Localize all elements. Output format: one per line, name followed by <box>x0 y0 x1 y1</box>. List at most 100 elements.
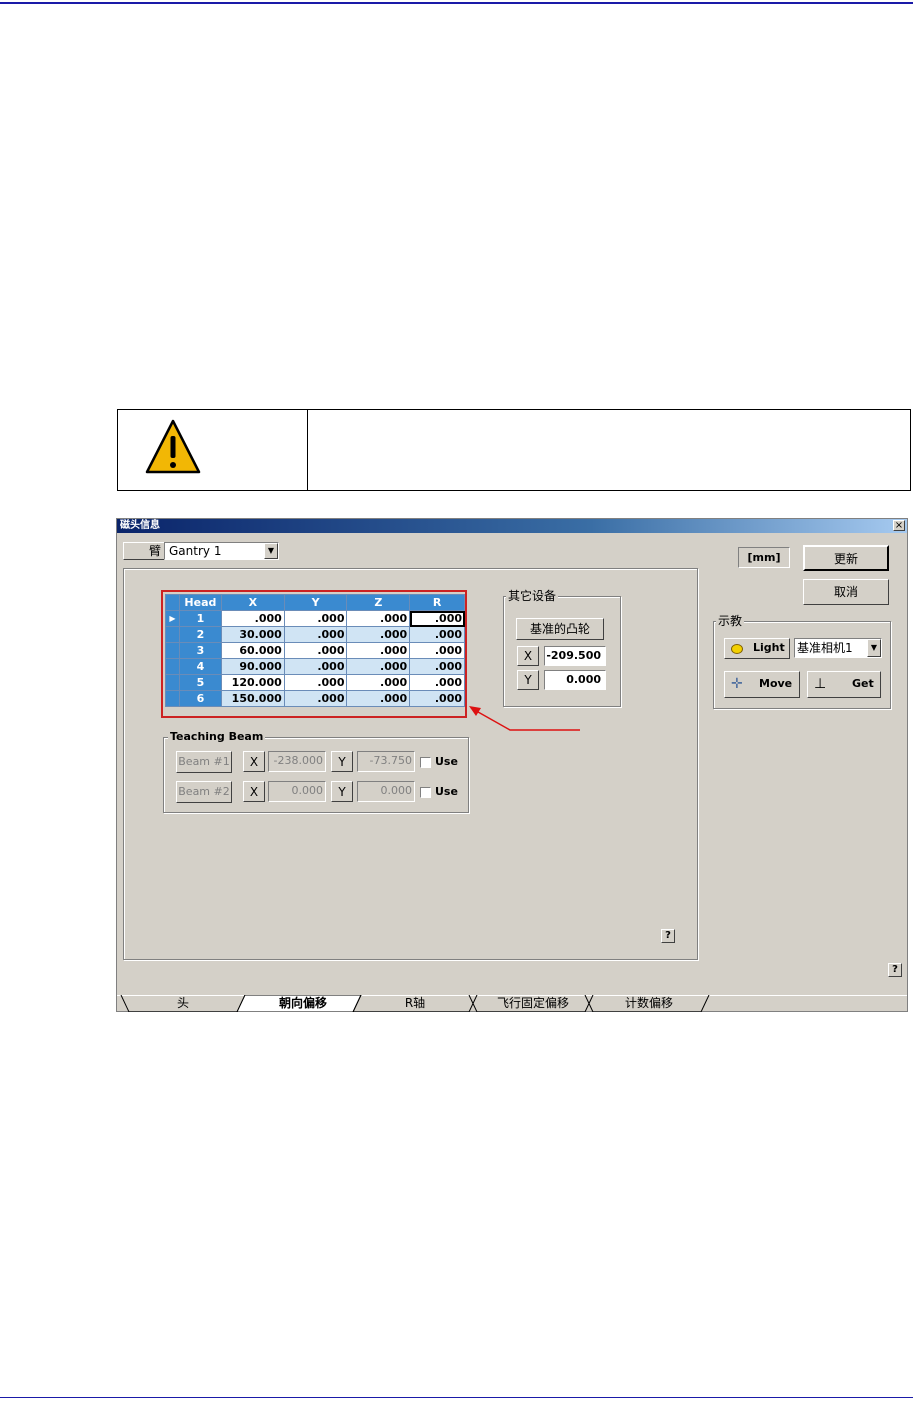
table-row[interactable]: 5 120.000 .000 .000 .000 <box>165 674 465 691</box>
window-help-button[interactable]: ? <box>888 963 902 977</box>
x-label: X <box>523 649 533 663</box>
grid-cell-r[interactable]: .000 <box>409 626 465 643</box>
col-x: X <box>220 594 285 611</box>
row-indicator-icon: ▶ <box>165 610 180 627</box>
other-devices-group: 其它设备 基准的凸轮 X -209.500 Y 0.000 <box>503 589 621 707</box>
col-y: Y <box>283 594 348 611</box>
beam2-use-checkbox[interactable] <box>420 787 431 798</box>
axis-chart-icon: ⊥ <box>814 676 827 692</box>
gantry-select[interactable]: Gantry 1 ▼ <box>164 542 279 560</box>
panel-help-button[interactable]: ? <box>661 929 675 943</box>
beam2-x-label: X <box>249 785 259 799</box>
grid-cell-z[interactable]: .000 <box>346 690 411 707</box>
ref-x-value: -209.500 <box>546 649 601 662</box>
beam1-y-value: -73.750 <box>369 754 412 767</box>
other-devices-title: 其它设备 <box>506 589 559 603</box>
move-button[interactable]: ✛ Move <box>724 671 800 698</box>
grid-cell-y[interactable]: .000 <box>283 690 348 707</box>
grid-cell-x[interactable]: 60.000 <box>220 642 285 659</box>
beam2-y-value: 0.000 <box>380 784 413 797</box>
grid-cell-x[interactable]: 120.000 <box>220 674 285 691</box>
grid-corner <box>165 594 180 611</box>
col-z: Z <box>346 594 411 611</box>
head-info-window: 磁头信息 × 臂 Gantry 1 ▼ [mm] 更新 取消 Head X Y … <box>116 518 908 1012</box>
light-button[interactable]: Light <box>724 638 790 659</box>
beam1-use-checkbox[interactable] <box>420 757 431 768</box>
grid-cell-head: 2 <box>178 626 222 643</box>
col-r: R <box>409 594 465 611</box>
close-button[interactable]: × <box>893 520 905 531</box>
y-label: Y <box>524 673 532 687</box>
table-row[interactable]: ▶ 1 .000 .000 .000 .000 <box>165 610 465 627</box>
cancel-button[interactable]: 取消 <box>803 579 889 605</box>
grid-cell-z[interactable]: .000 <box>346 610 411 627</box>
x-label-box: X <box>517 646 539 666</box>
grid-cell-z[interactable]: .000 <box>346 674 411 691</box>
tab-flying-fixed-offset[interactable]: 飞行固定偏移 <box>479 995 587 1012</box>
chevron-down-icon[interactable]: ▼ <box>867 639 881 657</box>
tab-count-offset[interactable]: 计数偏移 <box>595 995 703 1012</box>
grid-cell-y[interactable]: .000 <box>283 642 348 659</box>
grid-cell-head: 1 <box>178 610 222 627</box>
warning-divider <box>307 410 308 490</box>
warning-box <box>117 409 911 491</box>
grid-cell-y[interactable]: .000 <box>283 626 348 643</box>
chevron-down-icon[interactable]: ▼ <box>264 543 278 559</box>
teaching-beam-title: Teaching Beam <box>168 730 266 744</box>
row-indicator <box>165 690 180 707</box>
grid-cell-x[interactable]: 30.000 <box>220 626 285 643</box>
beam2-button[interactable]: Beam #2 <box>176 781 232 803</box>
beam1-x-input[interactable]: -238.000 <box>268 751 326 772</box>
tab-orientation-offset[interactable]: 朝向偏移 <box>249 995 357 1012</box>
get-button[interactable]: ⊥ Get <box>807 671 881 698</box>
grid-cell-x[interactable]: 90.000 <box>220 658 285 675</box>
beam2-x-value: 0.000 <box>291 784 324 797</box>
update-button[interactable]: 更新 <box>803 545 889 571</box>
grid-cell-y[interactable]: .000 <box>283 610 348 627</box>
table-row[interactable]: 6 150.000 .000 .000 .000 <box>165 690 465 707</box>
tab-r-axis[interactable]: R轴 <box>365 995 465 1012</box>
title-bar: 磁头信息 × <box>117 519 907 533</box>
beam1-x-label-box: X <box>243 751 265 772</box>
teaching-beam-group: Teaching Beam Beam #1 X -238.000 Y -73.7… <box>163 730 469 813</box>
grid-cell-z[interactable]: .000 <box>346 642 411 659</box>
grid-cell-r[interactable]: .000 <box>409 610 465 627</box>
beam1-use-label: Use <box>435 755 458 768</box>
grid-cell-r[interactable]: .000 <box>409 658 465 675</box>
teach-group: 示教 Light 基准相机1 ▼ ✛ Move ⊥ Get <box>713 614 891 709</box>
ref-y-value: 0.000 <box>566 673 601 686</box>
move-label: Move <box>759 677 793 690</box>
beam1-x-label: X <box>249 755 259 769</box>
table-row[interactable]: 3 60.000 .000 .000 .000 <box>165 642 465 659</box>
beam1-button[interactable]: Beam #1 <box>176 751 232 773</box>
grid-cell-y[interactable]: .000 <box>283 658 348 675</box>
grid-cell-r[interactable]: .000 <box>409 642 465 659</box>
row-indicator <box>165 658 180 675</box>
grid-cell-r[interactable]: .000 <box>409 690 465 707</box>
top-rule <box>0 2 913 4</box>
grid-cell-y[interactable]: .000 <box>283 674 348 691</box>
grid-cell-head: 4 <box>178 658 222 675</box>
lightbulb-icon <box>731 644 743 654</box>
camera-select-value: 基准相机1 <box>797 641 853 655</box>
reference-cam-button[interactable]: 基准的凸轮 <box>516 618 604 640</box>
beam2-y-input[interactable]: 0.000 <box>357 781 415 802</box>
camera-select[interactable]: 基准相机1 ▼ <box>794 638 882 658</box>
ref-x-input[interactable]: -209.500 <box>544 646 606 666</box>
tab-head[interactable]: 头 <box>133 995 233 1012</box>
tab-bar: 头 朝向偏移 R轴 飞行固定偏移 计数偏移 <box>117 995 907 1012</box>
table-row[interactable]: 2 30.000 .000 .000 .000 <box>165 626 465 643</box>
beam2-x-input[interactable]: 0.000 <box>268 781 326 802</box>
row-indicator <box>165 642 180 659</box>
grid-cell-x[interactable]: 150.000 <box>220 690 285 707</box>
grid-cell-head: 5 <box>178 674 222 691</box>
get-label: Get <box>852 677 874 690</box>
beam1-y-input[interactable]: -73.750 <box>357 751 415 772</box>
grid-cell-r[interactable]: .000 <box>409 674 465 691</box>
grid-cell-x[interactable]: .000 <box>220 610 285 627</box>
table-row[interactable]: 4 90.000 .000 .000 .000 <box>165 658 465 675</box>
ref-y-input[interactable]: 0.000 <box>544 670 606 690</box>
grid-cell-z[interactable]: .000 <box>346 658 411 675</box>
grid-cell-z[interactable]: .000 <box>346 626 411 643</box>
grid-header-row: Head X Y Z R <box>165 594 465 611</box>
